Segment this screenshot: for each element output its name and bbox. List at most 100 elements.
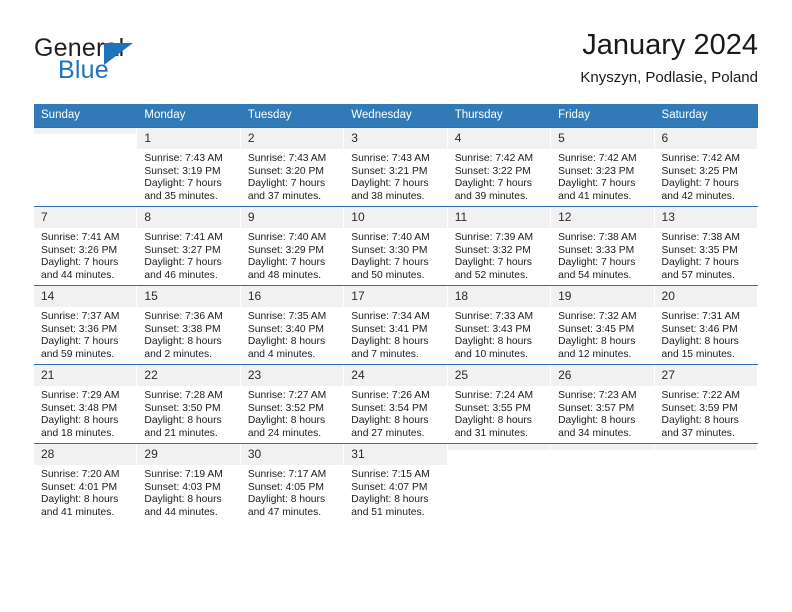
calendar-cell-day[interactable]: 25 Sunrise: 7:24 AM Sunset: 3:55 PM Dayligh… <box>447 364 552 444</box>
day-number: 23 <box>240 365 345 386</box>
day-details <box>34 134 137 138</box>
day-sunset-text: Sunset: 3:46 PM <box>661 323 738 335</box>
day-details: Sunrise: 7:29 AM Sunset: 3:48 PM Daylight:… <box>34 386 137 440</box>
day-details: Sunrise: 7:42 AM Sunset: 3:23 PM Daylight:… <box>551 149 654 203</box>
calendar-cell-day[interactable]: 13 Sunrise: 7:38 AM Sunset: 3:35 PM Dayligh… <box>654 206 758 286</box>
calendar-cell-empty <box>551 443 655 522</box>
day-details: Sunrise: 7:20 AM Sunset: 4:01 PM Daylight:… <box>34 465 137 519</box>
day-number: 8 <box>137 207 241 228</box>
day-sunrise-text: Sunrise: 7:41 AM <box>144 232 223 243</box>
day-details: Sunrise: 7:15 AM Sunset: 4:07 PM Daylight:… <box>344 465 447 519</box>
day-details: Sunrise: 7:17 AM Sunset: 4:05 PM Daylight:… <box>241 465 344 519</box>
day-sunrise-text: Sunrise: 7:40 AM <box>351 232 430 243</box>
day-daylight1-text: Daylight: 8 hours <box>351 415 429 427</box>
day-sunset-text: Sunset: 3:32 PM <box>454 244 531 256</box>
day-sunset-text: Sunset: 3:20 PM <box>247 165 324 177</box>
day-sunset-text: Sunset: 3:35 PM <box>661 244 738 256</box>
calendar-cell-day[interactable]: 10 Sunrise: 7:40 AM Sunset: 3:30 PM Dayligh… <box>344 206 448 286</box>
calendar-cell-day[interactable]: 11 Sunrise: 7:39 AM Sunset: 3:32 PM Dayligh… <box>447 206 552 286</box>
day-number: 24 <box>344 365 448 386</box>
page-title: January 2024 <box>582 29 758 61</box>
day-details <box>551 450 654 454</box>
calendar-cell-day[interactable]: 20 Sunrise: 7:31 AM Sunset: 3:46 PM Dayligh… <box>654 285 758 365</box>
day-sunrise-text: Sunrise: 7:26 AM <box>351 390 430 401</box>
calendar-cell-day[interactable]: 15 Sunrise: 7:36 AM Sunset: 3:38 PM Dayligh… <box>137 285 241 365</box>
day-daylight1-text: Daylight: 8 hours <box>558 415 636 427</box>
calendar-cell-day[interactable]: 9 Sunrise: 7:40 AM Sunset: 3:29 PM Daylight… <box>240 206 345 286</box>
day-sunrise-text: Sunrise: 7:35 AM <box>247 311 327 322</box>
calendar-cell-day[interactable]: 21 Sunrise: 7:29 AM Sunset: 3:48 PM Dayligh… <box>34 364 138 444</box>
day-number: 21 <box>34 365 138 386</box>
weekday-header-monday: Monday <box>137 104 241 128</box>
calendar-cell-day[interactable]: 5 Sunrise: 7:42 AM Sunset: 3:23 PM Daylight… <box>551 127 655 207</box>
calendar-cell-day[interactable]: 16 Sunrise: 7:35 AM Sunset: 3:40 PM Dayligh… <box>240 285 345 365</box>
day-sunset-text: Sunset: 3:25 PM <box>661 165 738 177</box>
day-daylight2-text: and 15 minutes. <box>661 348 735 360</box>
calendar-cell-day[interactable]: 12 Sunrise: 7:38 AM Sunset: 3:33 PM Dayligh… <box>551 206 655 286</box>
day-sunset-text: Sunset: 3:19 PM <box>144 165 221 177</box>
weekday-header-friday: Friday <box>551 104 655 128</box>
day-number: 9 <box>240 207 345 228</box>
day-details: Sunrise: 7:31 AM Sunset: 3:46 PM Daylight:… <box>655 307 758 361</box>
calendar-cell-day[interactable]: 3 Sunrise: 7:43 AM Sunset: 3:21 PM Daylight… <box>344 127 448 207</box>
day-daylight1-text: Daylight: 8 hours <box>558 336 636 348</box>
day-details: Sunrise: 7:43 AM Sunset: 3:21 PM Daylight:… <box>344 149 447 203</box>
day-daylight1-text: Daylight: 8 hours <box>661 415 739 427</box>
day-sunset-text: Sunset: 3:59 PM <box>661 402 738 414</box>
calendar-cell-day[interactable]: 14 Sunrise: 7:37 AM Sunset: 3:36 PM Dayligh… <box>34 285 138 365</box>
day-number: 13 <box>654 207 758 228</box>
weekday-header-saturday: Saturday <box>654 104 758 128</box>
day-daylight2-text: and 10 minutes. <box>454 348 528 360</box>
day-sunrise-text: Sunrise: 7:40 AM <box>247 232 327 243</box>
calendar-week-row: 7 Sunrise: 7:41 AM Sunset: 3:26 PM Daylight… <box>34 206 758 286</box>
calendar-cell-day[interactable]: 28 Sunrise: 7:20 AM Sunset: 4:01 PM Dayligh… <box>34 443 138 522</box>
calendar-cell-day[interactable]: 19 Sunrise: 7:32 AM Sunset: 3:45 PM Dayligh… <box>551 285 655 365</box>
calendar-cell-day[interactable]: 4 Sunrise: 7:42 AM Sunset: 3:22 PM Daylight… <box>447 127 552 207</box>
calendar-cell-day[interactable]: 27 Sunrise: 7:22 AM Sunset: 3:59 PM Dayligh… <box>654 364 758 444</box>
day-number: 15 <box>137 286 241 307</box>
day-details: Sunrise: 7:35 AM Sunset: 3:40 PM Daylight:… <box>241 307 344 361</box>
general-blue-logo[interactable]: General Blue <box>34 34 234 90</box>
day-number: 17 <box>344 286 448 307</box>
day-daylight2-text: and 44 minutes. <box>144 506 218 518</box>
calendar-cell-day[interactable]: 2 Sunrise: 7:43 AM Sunset: 3:20 PM Daylight… <box>240 127 345 207</box>
calendar-cell-day[interactable]: 17 Sunrise: 7:34 AM Sunset: 3:41 PM Dayligh… <box>344 285 448 365</box>
day-daylight1-text: Daylight: 8 hours <box>41 415 119 427</box>
calendar-cell-day[interactable]: 7 Sunrise: 7:41 AM Sunset: 3:26 PM Daylight… <box>34 206 138 286</box>
calendar-cell-day[interactable]: 22 Sunrise: 7:28 AM Sunset: 3:50 PM Dayligh… <box>137 364 241 444</box>
calendar-cell-day[interactable]: 8 Sunrise: 7:41 AM Sunset: 3:27 PM Daylight… <box>137 206 241 286</box>
calendar-cell-day[interactable]: 24 Sunrise: 7:26 AM Sunset: 3:54 PM Dayligh… <box>344 364 448 444</box>
calendar-cell-day[interactable]: 30 Sunrise: 7:17 AM Sunset: 4:05 PM Dayligh… <box>240 443 345 522</box>
day-number: 16 <box>240 286 345 307</box>
day-details <box>655 450 758 454</box>
day-sunrise-text: Sunrise: 7:32 AM <box>558 311 637 322</box>
calendar-cell-day[interactable]: 1 Sunrise: 7:43 AM Sunset: 3:19 PM Daylight… <box>137 127 241 207</box>
day-daylight1-text: Daylight: 8 hours <box>351 336 429 348</box>
day-details: Sunrise: 7:27 AM Sunset: 3:52 PM Daylight:… <box>241 386 344 440</box>
calendar-cell-day[interactable]: 31 Sunrise: 7:15 AM Sunset: 4:07 PM Dayligh… <box>344 443 448 522</box>
calendar-cell-day[interactable]: 26 Sunrise: 7:23 AM Sunset: 3:57 PM Dayligh… <box>551 364 655 444</box>
day-daylight1-text: Daylight: 7 hours <box>144 178 222 190</box>
weekday-header-tuesday: Tuesday <box>240 104 345 128</box>
calendar-cell-day[interactable]: 23 Sunrise: 7:27 AM Sunset: 3:52 PM Dayligh… <box>240 364 345 444</box>
calendar-cell-day[interactable]: 6 Sunrise: 7:42 AM Sunset: 3:25 PM Daylight… <box>654 127 758 207</box>
day-sunrise-text: Sunrise: 7:42 AM <box>661 153 740 164</box>
page-header: General Blue January 2024 Knyszyn, Podla… <box>0 0 792 103</box>
calendar-week-row: 21 Sunrise: 7:29 AM Sunset: 3:48 PM Dayligh… <box>34 364 758 444</box>
day-sunset-text: Sunset: 3:38 PM <box>144 323 221 335</box>
day-number: 2 <box>240 128 345 149</box>
day-details: Sunrise: 7:26 AM Sunset: 3:54 PM Daylight:… <box>344 386 447 440</box>
calendar-cell-day[interactable]: 18 Sunrise: 7:33 AM Sunset: 3:43 PM Dayligh… <box>447 285 552 365</box>
day-details: Sunrise: 7:32 AM Sunset: 3:45 PM Daylight:… <box>551 307 654 361</box>
day-daylight1-text: Daylight: 8 hours <box>144 494 222 506</box>
day-sunrise-text: Sunrise: 7:31 AM <box>661 311 740 322</box>
day-sunrise-text: Sunrise: 7:43 AM <box>351 153 430 164</box>
weekday-header-sunday: Sunday <box>34 104 138 128</box>
day-sunrise-text: Sunrise: 7:19 AM <box>144 469 223 480</box>
day-sunrise-text: Sunrise: 7:43 AM <box>247 153 327 164</box>
calendar-cell-day[interactable]: 29 Sunrise: 7:19 AM Sunset: 4:03 PM Dayligh… <box>137 443 241 522</box>
day-daylight2-text: and 38 minutes. <box>351 190 425 202</box>
day-number: 25 <box>447 365 552 386</box>
calendar-week-row: 28 Sunrise: 7:20 AM Sunset: 4:01 PM Dayligh… <box>34 443 758 522</box>
day-sunrise-text: Sunrise: 7:24 AM <box>454 390 534 401</box>
